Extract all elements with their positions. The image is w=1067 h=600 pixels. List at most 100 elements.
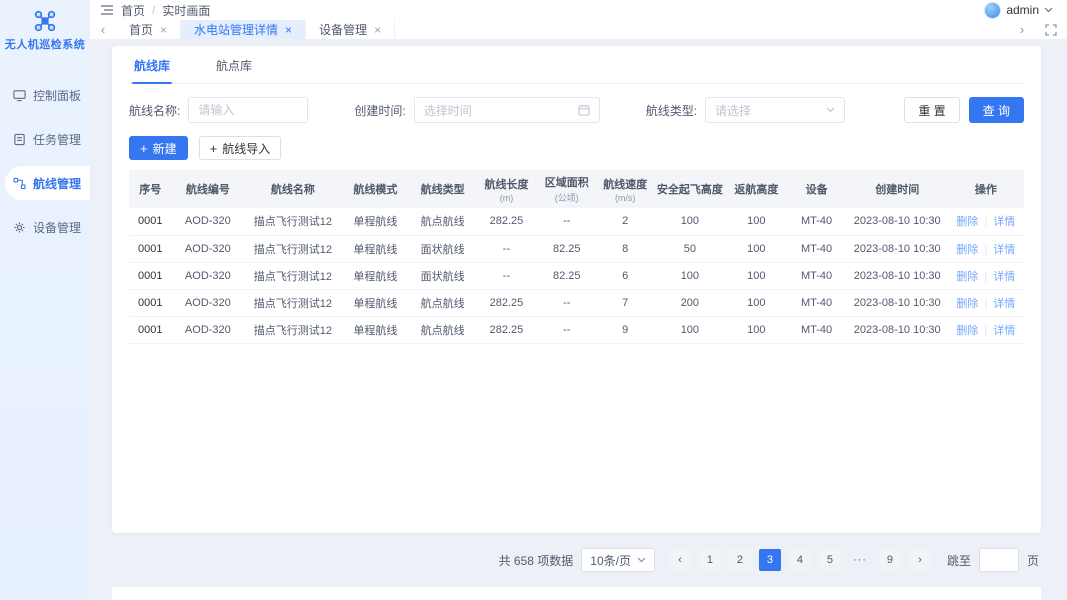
table-cell: 单程航线	[341, 208, 409, 236]
table-cell: --	[536, 316, 597, 344]
route-type-select[interactable]: 请选择	[705, 97, 846, 123]
table-cell: 描点飞行测试12	[244, 208, 342, 236]
jump-suffix: 页	[1026, 553, 1039, 568]
table-cell: --	[476, 235, 537, 263]
column-header-9: 安全起飞高度	[653, 170, 727, 208]
table-cell: 单程航线	[341, 289, 409, 317]
tab-home[interactable]: 首页 ×	[116, 20, 182, 39]
page-ellipsis: ···	[849, 549, 871, 571]
chevron-down-icon	[637, 557, 646, 563]
table-cell: 282.25	[476, 316, 537, 344]
column-header-2: 航线编号	[171, 170, 245, 208]
column-header-4: 航线模式	[341, 170, 409, 208]
calendar-icon	[578, 104, 590, 116]
create-button[interactable]: + 新建	[129, 136, 188, 160]
sidebar-item-routes[interactable]: 航线管理	[5, 166, 90, 200]
close-icon[interactable]: ×	[285, 23, 292, 37]
collapse-menu-icon[interactable]	[100, 4, 114, 16]
table-cell: MT-40	[786, 262, 847, 290]
page-button-2[interactable]: 2	[728, 549, 751, 571]
column-header-1: 序号	[129, 170, 172, 208]
detail-link[interactable]: 详情	[993, 216, 1015, 228]
delete-link[interactable]: 删除	[956, 216, 978, 228]
close-icon[interactable]: ×	[374, 23, 381, 37]
page-button-4[interactable]: 4	[788, 549, 811, 571]
chevron-down-icon	[1044, 7, 1053, 13]
tab-waypoint-library[interactable]: 航点库	[214, 46, 254, 83]
tab-label: 首页	[129, 23, 154, 38]
next-page-button[interactable]: ›	[908, 549, 931, 571]
tabs-scroll-left-icon[interactable]: ‹	[90, 20, 116, 39]
sidebar: 无人机巡检系统 控制面板 任务管理 航线管理 设备管理	[0, 0, 90, 600]
table-cell: 100	[726, 262, 787, 290]
column-header-6: 航线长度 (m)	[476, 170, 537, 208]
select-placeholder: 请选择	[715, 103, 752, 118]
detail-link[interactable]: 详情	[993, 298, 1015, 310]
delete-link[interactable]: 删除	[956, 325, 978, 337]
sidebar-item-tasks[interactable]: 任务管理	[0, 122, 90, 156]
table-cell: --	[536, 208, 597, 236]
tab-hydropower-detail[interactable]: 水电站管理详情 ×	[181, 20, 307, 39]
breadcrumb-home[interactable]: 首页	[121, 2, 145, 19]
page-size-select[interactable]: 10条/页	[581, 548, 655, 572]
tab-label: 水电站管理详情	[194, 23, 279, 38]
page-button-9[interactable]: 9	[878, 549, 901, 571]
create-time-picker[interactable]: 选择时间	[413, 97, 600, 123]
jump-page-input[interactable]	[978, 548, 1019, 572]
column-header-11: 设备	[786, 170, 847, 208]
search-button[interactable]: 查 询	[968, 97, 1024, 123]
dashboard-icon	[13, 89, 26, 101]
prev-page-button[interactable]: ‹	[668, 549, 691, 571]
row-actions-cell: 删除 | 详情	[947, 262, 1024, 290]
breadcrumb-current: 实时画面	[162, 3, 211, 18]
table-cell: 100	[653, 262, 727, 290]
pagination: 共 658 项数据 10条/页 ‹ 1 2 3 4 5 ··· 9 › 跳至 页	[112, 533, 1041, 587]
avatar	[984, 1, 1002, 19]
sidebar-item-dashboard[interactable]: 控制面板	[0, 78, 90, 112]
row-actions-cell: 删除 | 详情	[947, 316, 1024, 344]
delete-link[interactable]: 删除	[956, 244, 978, 256]
sidebar-item-label: 控制面板	[33, 88, 82, 103]
sidebar-item-devices[interactable]: 设备管理	[0, 210, 90, 244]
chevron-down-icon	[826, 107, 835, 113]
jump-label: 跳至	[946, 553, 971, 568]
fullscreen-icon[interactable]	[1045, 24, 1057, 36]
delete-link[interactable]: 删除	[956, 271, 978, 283]
detail-link[interactable]: 详情	[993, 244, 1015, 256]
action-separator: |	[984, 243, 988, 256]
page-button-5[interactable]: 5	[818, 549, 841, 571]
sidebar-menu: 控制面板 任务管理 航线管理 设备管理	[0, 78, 90, 244]
table-cell: 0001	[129, 289, 172, 317]
library-tabs: 航线库 航点库	[129, 46, 1024, 84]
user-menu[interactable]: admin	[984, 1, 1053, 19]
table-cell: MT-40	[786, 208, 847, 236]
detail-link[interactable]: 详情	[993, 271, 1015, 283]
table-cell: AOD-320	[171, 208, 245, 236]
import-routes-button[interactable]: + 航线导入	[198, 136, 282, 160]
sidebar-item-label: 任务管理	[33, 132, 82, 147]
tab-devices[interactable]: 设备管理 ×	[306, 20, 396, 39]
table-cell: 描点飞行测试12	[244, 289, 342, 317]
delete-link[interactable]: 删除	[956, 298, 978, 310]
tabs-scroll-right-icon[interactable]: ›	[1009, 22, 1035, 37]
table-cell: 面状航线	[409, 235, 477, 263]
page-button-3[interactable]: 3	[758, 549, 781, 571]
tab-route-library[interactable]: 航线库	[132, 46, 173, 84]
page-button-1[interactable]: 1	[698, 549, 721, 571]
column-header-7: 区域面积 (公顷)	[536, 170, 597, 208]
table-cell: MT-40	[786, 316, 847, 344]
close-icon[interactable]: ×	[160, 23, 167, 37]
table-cell: 航点航线	[409, 289, 477, 317]
table-cell: AOD-320	[171, 235, 245, 263]
table-cell: 描点飞行测试12	[244, 235, 342, 263]
reset-button[interactable]: 重 置	[904, 97, 960, 123]
route-name-input[interactable]	[188, 97, 309, 123]
column-header-13: 操作	[947, 170, 1024, 208]
table-cell: MT-40	[786, 289, 847, 317]
table-header-row: 序号 航线编号 航线名称 航线模式 航线类型 航线长度 (m) 区域面积 (公顷) 航线速度 (m/…	[129, 170, 1024, 208]
detail-link[interactable]: 详情	[993, 325, 1015, 337]
create-button-label: 新建	[152, 141, 177, 156]
route-type-label: 航线类型:	[645, 103, 698, 118]
table-cell: 50	[653, 235, 727, 263]
table-row: 0001 AOD-320 描点飞行测试12 单程航线 航点航线 282.25 -- 9 100 1…	[129, 316, 1024, 344]
